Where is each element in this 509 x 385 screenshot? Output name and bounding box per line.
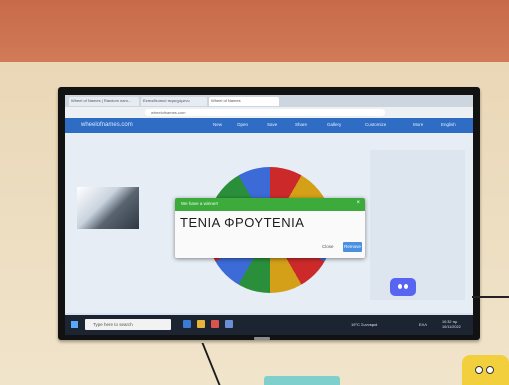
remove-button[interactable]: Remove <box>343 242 362 252</box>
language-indicator[interactable]: ΕΛΛ <box>419 322 427 327</box>
side-cable <box>472 296 509 298</box>
nav-english[interactable]: English <box>441 122 456 127</box>
wall-orange-stripe <box>0 0 509 62</box>
teal-object <box>264 376 340 385</box>
taskbar-search-input[interactable]: Type here to search <box>85 319 171 330</box>
nav-customize[interactable]: Customize <box>365 122 386 127</box>
edge-icon[interactable] <box>183 320 191 328</box>
browser-tab-bar: Wheel of Names | Random nam... Εκπαιδευτ… <box>65 95 473 107</box>
nav-more[interactable]: More <box>413 122 423 127</box>
close-icon[interactable]: × <box>356 200 360 206</box>
toy-eye-left <box>475 366 483 374</box>
file-explorer-icon[interactable] <box>197 320 205 328</box>
entries-panel <box>370 150 465 300</box>
winner-dialog: We have a winner! × ΤΕΝΙΑ ΦΡΟΥΤΕΝΙΑ Clos… <box>175 198 365 258</box>
tv-brand-logo <box>254 337 270 340</box>
browser-tab-1[interactable]: Wheel of Names | Random nam... <box>69 97 139 106</box>
clock-date: 10/11/2022 <box>442 325 461 329</box>
dialog-header-text: We have a winner! <box>181 201 219 206</box>
winner-name: ΤΕΝΙΑ ΦΡΟΥΤΕΝΙΑ <box>180 215 305 230</box>
nav-new[interactable]: New <box>213 122 222 127</box>
weather-status[interactable]: 19°C Συννεφιά <box>351 322 377 327</box>
windows-start-icon[interactable] <box>71 321 78 328</box>
nav-open[interactable]: Open <box>237 122 248 127</box>
store-icon[interactable] <box>225 320 233 328</box>
url-field[interactable]: wheelofnames.com <box>145 109 385 116</box>
discord-icon[interactable] <box>390 278 416 296</box>
chrome-icon[interactable] <box>211 320 219 328</box>
nav-gallery[interactable]: Gallery <box>327 122 341 127</box>
tv-screen: Wheel of Names | Random nam... Εκπαιδευτ… <box>65 95 473 335</box>
close-button[interactable]: Close <box>322 244 334 249</box>
taskbar-clock[interactable]: 10:32 πμ 10/11/2022 <box>442 320 461 330</box>
toy-eye-right <box>486 366 494 374</box>
nav-save[interactable]: Save <box>267 122 277 127</box>
browser-tab-2[interactable]: Εκπαιδευτικό περιεχόμενο <box>141 97 207 106</box>
browser-tab-active[interactable]: Wheel of Names <box>209 97 279 106</box>
site-title[interactable]: wheelofnames.com <box>81 122 133 128</box>
video-thumbnail[interactable] <box>77 187 139 229</box>
nav-share[interactable]: Share <box>295 122 307 127</box>
